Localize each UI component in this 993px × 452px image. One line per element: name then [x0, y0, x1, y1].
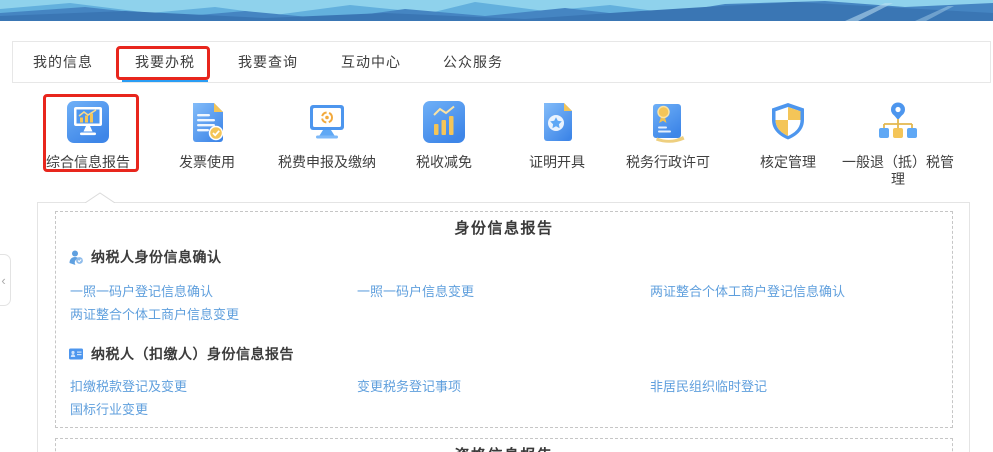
section-taxpayer-identity-confirm: 纳税人身份信息确认 [68, 247, 222, 267]
general-refund-management-icon [879, 102, 917, 138]
panel-caret [84, 192, 116, 204]
menu-item-general-refund-management[interactable]: 一般退（抵）税管理 [841, 100, 955, 188]
drawer-toggle[interactable]: ‹ [0, 254, 11, 306]
collapse-chevron-icon: ‹ [1, 272, 6, 288]
menu-item-label: 税收减免 [416, 154, 472, 170]
link-yizhao-yima-info-change[interactable]: 一照一码户信息变更 [357, 281, 650, 304]
comprehensive-info-report-icon [67, 101, 109, 143]
section-title: 纳税人身份信息确认 [91, 249, 222, 265]
menu-item-label: 一般退（抵）税管理 [842, 154, 954, 187]
tab-interaction-center[interactable]: 互动中心 [341, 42, 401, 82]
menu-item-certificate-issuance[interactable]: 证明开具 [502, 100, 612, 171]
mountain-landscape-graphic [0, 0, 993, 21]
panel-title: 身份信息报告 [454, 220, 554, 237]
withholding-report-links: 扣缴税款登记及变更 变更税务登记事项 非居民组织临时登记 国标行业变更 [70, 376, 950, 422]
menu-item-tax-reduction[interactable]: 税收减免 [389, 100, 499, 171]
menu-item-tax-admin-license[interactable]: 税务行政许可 [613, 100, 723, 171]
link-two-cert-merge-info-change[interactable]: 两证整合个体工商户信息变更 [70, 304, 357, 327]
link-national-industry-change[interactable]: 国标行业变更 [70, 399, 357, 422]
main-nav-tabbar: 我的信息 我要办税 我要查询 互动中心 公众服务 [12, 41, 991, 83]
tab-public-service[interactable]: 公众服务 [443, 42, 503, 82]
invoice-use-icon [193, 103, 224, 142]
assessment-management-icon [772, 103, 804, 140]
menu-item-assessment-management[interactable]: 核定管理 [733, 100, 843, 171]
tax-reduction-icon [423, 101, 465, 143]
menu-item-label: 税务行政许可 [626, 154, 710, 170]
section-title: 纳税人（扣缴人）身份信息报告 [91, 346, 294, 362]
menu-item-label: 税费申报及缴纳 [278, 154, 376, 170]
tab-query[interactable]: 我要查询 [238, 42, 298, 82]
menu-item-label: 证明开具 [529, 154, 585, 170]
link-change-tax-registration-items[interactable]: 变更税务登记事项 [357, 376, 650, 399]
header-banner-image [0, 0, 993, 21]
link-two-cert-merge-registration-confirm[interactable]: 两证整合个体工商户登记信息确认 [650, 281, 950, 304]
menu-item-label: 发票使用 [179, 154, 235, 170]
tab-tax-handling[interactable]: 我要办税 [122, 42, 208, 82]
link-yizhao-yima-registration-confirm[interactable]: 一照一码户登记信息确认 [70, 281, 357, 304]
tab-my-info[interactable]: 我的信息 [33, 42, 93, 82]
section-withholding-agent-identity-report: 纳税人（扣缴人）身份信息报告 [68, 344, 294, 364]
certificate-issuance-icon [544, 103, 572, 141]
tax-declaration-payment-icon [310, 105, 344, 139]
menu-item-invoice-use[interactable]: 发票使用 [152, 100, 262, 171]
tax-admin-license-icon [653, 104, 685, 143]
menu-item-comprehensive-info-report[interactable]: 综合信息报告 [33, 100, 143, 171]
identity-confirm-links: 一照一码户登记信息确认 一照一码户信息变更 两证整合个体工商户登记信息确认 两证… [70, 281, 950, 327]
link-withholding-tax-registration-change[interactable]: 扣缴税款登记及变更 [70, 376, 357, 399]
person-badge-icon [69, 250, 83, 265]
id-card-icon [69, 348, 83, 360]
link-nonresident-temp-registration[interactable]: 非居民组织临时登记 [650, 376, 950, 399]
menu-item-label: 核定管理 [760, 154, 816, 170]
etax-bureau-page: 我的信息 我要办税 我要查询 互动中心 公众服务 综合信息报告 发票使用 税费申… [0, 0, 993, 452]
panel-title: 资格信息报告 [55, 444, 953, 452]
menu-item-label: 综合信息报告 [46, 154, 130, 170]
menu-item-tax-declaration-payment[interactable]: 税费申报及缴纳 [272, 100, 382, 171]
